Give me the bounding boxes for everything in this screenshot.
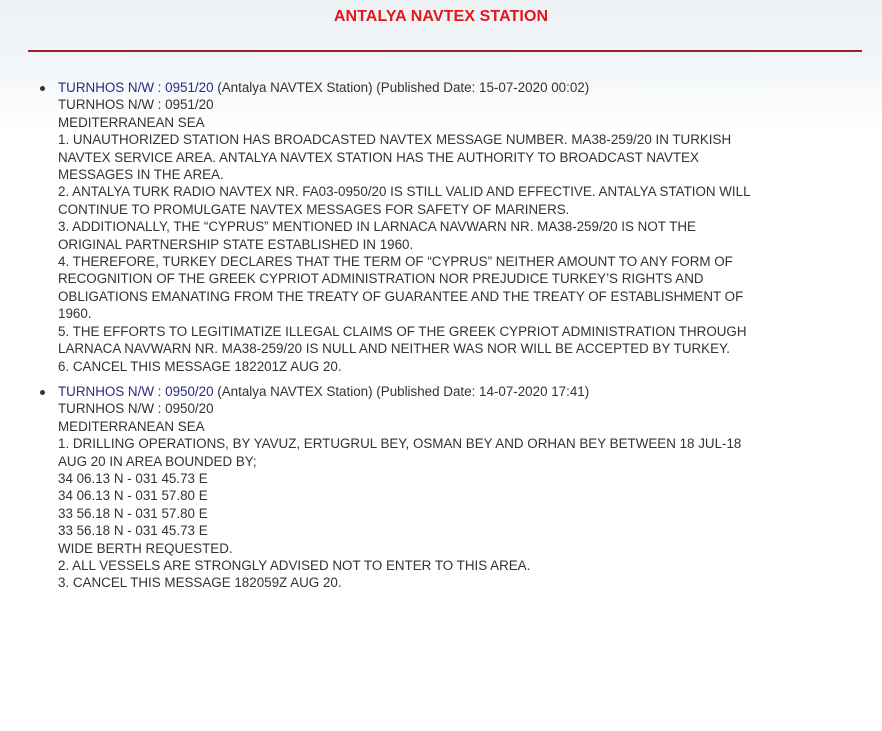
message-paragraph: 6. CANCEL THIS MESSAGE 182201Z AUG 20.	[58, 358, 860, 375]
message-headline: TURNHOS N/W : 0950/20 (Antalya NAVTEX St…	[58, 383, 860, 400]
message-text-line: 4. THEREFORE, TURKEY DECLARES THAT THE T…	[58, 254, 733, 270]
message-number: 0950/20	[165, 383, 214, 399]
message-text-line: 5. THE EFFORTS TO LEGITIMATIZE ILLEGAL C…	[58, 323, 747, 339]
message-reference: TURNHOS N/W : 0951/20	[58, 97, 214, 113]
message-body: TURNHOS N/W : 0951/20 MEDITERRANEAN SEA 1.…	[58, 96, 860, 375]
message-text-line: MESSAGES IN THE AREA.	[58, 167, 224, 183]
message-text-line: NAVTEX SERVICE AREA. ANTALYA NAVTEX STAT…	[58, 149, 699, 165]
title-divider	[28, 50, 862, 52]
message-prefix: TURNHOS N/W :	[58, 383, 166, 399]
message-link[interactable]: TURNHOS N/W : 0951/20	[58, 80, 214, 95]
message-paragraph: 4. THEREFORE, TURKEY DECLARES THAT THE T…	[58, 253, 860, 323]
bullet-icon	[40, 389, 45, 395]
message-region: MEDITERRANEAN SEA	[58, 114, 205, 130]
message-region: MEDITERRANEAN SEA	[58, 418, 205, 434]
message-text-line: 34 06.13 N - 031 45.73 E	[58, 470, 208, 486]
list-item: TURNHOS N/W : 0951/20 (Antalya NAVTEX St…	[0, 79, 882, 375]
message-paragraph: 2. ANTALYA TURK RADIO NAVTEX NR. FA03-09…	[58, 183, 860, 218]
message-text-line: OBLIGATIONS EMANATING FROM THE TREATY OF…	[58, 288, 744, 304]
message-text-line: WIDE BERTH REQUESTED.	[58, 540, 233, 556]
message-paragraph: 5. THE EFFORTS TO LEGITIMATIZE ILLEGAL C…	[58, 323, 860, 358]
message-station: (Antalya NAVTEX Station)	[217, 383, 373, 399]
message-list: TURNHOS N/W : 0951/20 (Antalya NAVTEX St…	[0, 79, 882, 592]
message-text-line: 1. DRILLING OPERATIONS, BY YAVUZ, ERTUGR…	[58, 436, 742, 452]
message-paragraph: WIDE BERTH REQUESTED.	[58, 540, 860, 557]
message-paragraph: 3. ADDITIONALLY, THE “CYPRUS” MENTIONED …	[58, 218, 860, 253]
message-paragraph: 33 56.18 N - 031 45.73 E	[58, 522, 860, 539]
message-text-line: 33 56.18 N - 031 57.80 E	[58, 505, 208, 521]
list-item: TURNHOS N/W : 0950/20 (Antalya NAVTEX St…	[0, 383, 882, 592]
message-text-line: 1960.	[58, 306, 92, 322]
message-text-line: 2. ANTALYA TURK RADIO NAVTEX NR. FA03-09…	[58, 184, 751, 200]
message-text-line: 2. ALL VESSELS ARE STRONGLY ADVISED NOT …	[58, 557, 531, 573]
message-paragraph: 34 06.13 N - 031 45.73 E	[58, 470, 860, 487]
message-headline: TURNHOS N/W : 0951/20 (Antalya NAVTEX St…	[58, 79, 860, 96]
message-published-date: (Published Date: 14-07-2020 17:41)	[376, 383, 590, 399]
message-prefix: TURNHOS N/W :	[58, 80, 166, 95]
message-text-line: 6. CANCEL THIS MESSAGE 182201Z AUG 20.	[58, 358, 342, 374]
message-reference: TURNHOS N/W : 0950/20	[58, 401, 214, 417]
message-paragraph: 34 06.13 N - 031 57.80 E	[58, 487, 860, 504]
message-station: (Antalya NAVTEX Station)	[217, 80, 373, 95]
page-header: ANTALYA NAVTEX STATION	[0, 0, 882, 52]
message-text-line: CONTINUE TO PROMULGATE NAVTEX MESSAGES F…	[58, 201, 570, 217]
message-link[interactable]: TURNHOS N/W : 0950/20	[58, 384, 214, 399]
message-text-line: ORIGINAL PARTNERSHIP STATE ESTABLISHED I…	[58, 236, 414, 252]
message-body: TURNHOS N/W : 0950/20 MEDITERRANEAN SEA 1.…	[58, 400, 860, 591]
message-text-line: 34 06.13 N - 031 57.80 E	[58, 488, 208, 504]
message-number: 0951/20	[165, 80, 214, 95]
message-text-line: LARNACA NAVWARN NR. MA38-259/20 IS NULL …	[58, 341, 730, 357]
message-text-line: 3. CANCEL THIS MESSAGE 182059Z AUG 20.	[58, 575, 342, 591]
message-published-date: (Published Date: 15-07-2020 00:02)	[376, 80, 590, 95]
bullet-icon	[40, 86, 45, 91]
message-paragraph: 1. UNAUTHORIZED STATION HAS BROADCASTED …	[58, 131, 860, 183]
message-text-line: 33 56.18 N - 031 45.73 E	[58, 523, 208, 539]
message-paragraph: 33 56.18 N - 031 57.80 E	[58, 505, 860, 522]
message-paragraph: 3. CANCEL THIS MESSAGE 182059Z AUG 20.	[58, 574, 860, 591]
message-text-line: AUG 20 IN AREA BOUNDED BY;	[58, 453, 257, 469]
page-title: ANTALYA NAVTEX STATION	[333, 8, 549, 25]
message-paragraph: 1. DRILLING OPERATIONS, BY YAVUZ, ERTUGR…	[58, 435, 860, 470]
message-text-line: RECOGNITION OF THE GREEK CYPRIOT ADMINIS…	[58, 271, 704, 287]
message-text-line: 1. UNAUTHORIZED STATION HAS BROADCASTED …	[58, 132, 732, 148]
message-text-line: 3. ADDITIONALLY, THE “CYPRUS” MENTIONED …	[58, 219, 696, 235]
navtex-page: ANTALYA NAVTEX STATION TURNHOS N/W : 095…	[0, 0, 882, 590]
message-paragraph: 2. ALL VESSELS ARE STRONGLY ADVISED NOT …	[58, 557, 860, 574]
